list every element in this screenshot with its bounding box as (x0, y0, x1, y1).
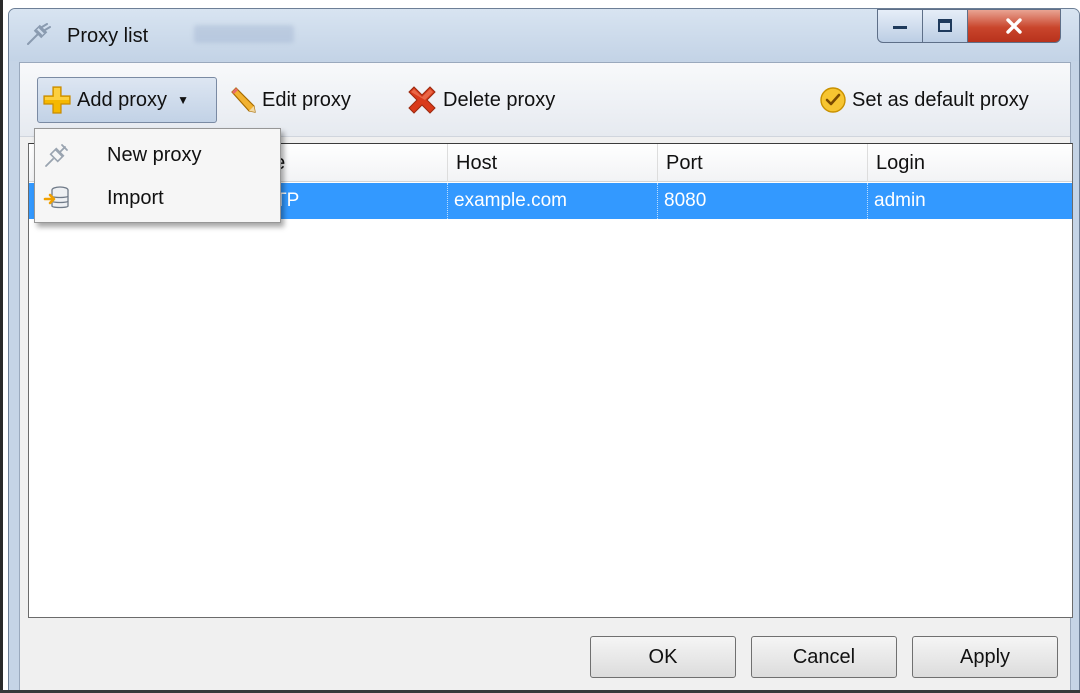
close-icon (1006, 18, 1022, 34)
menu-item-new-proxy-label: New proxy (107, 143, 202, 166)
column-header-port[interactable]: Port (657, 144, 867, 182)
delete-x-icon (408, 86, 436, 114)
pencil-icon (231, 87, 256, 113)
column-header-host-label: Host (456, 151, 498, 174)
cancel-button[interactable]: Cancel (751, 636, 897, 678)
screen-edge-left (0, 0, 3, 693)
cell-port: 8080 (657, 183, 867, 219)
minimize-icon (893, 26, 907, 29)
chevron-down-icon[interactable]: ▼ (177, 93, 189, 107)
cell-host: example.com (447, 183, 657, 219)
background-title-ghost (194, 25, 294, 43)
window-title: Proxy list (67, 25, 149, 47)
toolbar: Add proxy ▼ Edit proxy Delete proxy Set … (20, 63, 1070, 137)
edit-proxy-button[interactable]: Edit proxy (226, 77, 351, 123)
ok-button[interactable]: OK (590, 636, 736, 678)
set-default-proxy-label: Set as default proxy (852, 88, 1029, 111)
title-bar[interactable]: Proxy list (9, 9, 1079, 61)
delete-proxy-button[interactable]: Delete proxy (405, 77, 555, 123)
menu-item-new-proxy[interactable]: New proxy (35, 135, 280, 175)
column-header-host[interactable]: Host (447, 144, 657, 182)
column-header-port-label: Port (666, 151, 703, 174)
maximize-icon (938, 19, 952, 32)
column-header-login[interactable]: Login (867, 144, 1074, 182)
add-proxy-dropdown-menu: New proxy Import (34, 128, 281, 223)
delete-proxy-label: Delete proxy (443, 88, 556, 111)
cell-login-text: admin (874, 190, 926, 211)
cell-host-text: example.com (454, 190, 567, 211)
cell-login: admin (867, 183, 1074, 219)
edit-proxy-label: Edit proxy (262, 88, 351, 111)
proxy-list-window: Proxy list Add proxy ▼ Edit proxy Delete… (8, 8, 1080, 693)
menu-item-import-label: Import (107, 186, 164, 209)
import-database-icon (43, 186, 69, 209)
set-default-proxy-button[interactable]: Set as default proxy (818, 77, 1029, 123)
add-proxy-button[interactable]: Add proxy ▼ (37, 77, 217, 123)
close-button[interactable] (967, 9, 1061, 43)
apply-button[interactable]: Apply (912, 636, 1058, 678)
cell-port-text: 8080 (664, 190, 707, 211)
maximize-button[interactable] (922, 9, 968, 43)
plug-icon (27, 23, 51, 45)
plug-icon (45, 144, 68, 167)
add-proxy-label: Add proxy (77, 88, 168, 111)
check-circle-icon (820, 87, 846, 113)
plus-icon (43, 86, 71, 114)
minimize-button[interactable] (877, 9, 923, 43)
cell-type: TP (269, 183, 447, 219)
column-header-login-label: Login (876, 151, 925, 174)
menu-item-import[interactable]: Import (35, 178, 280, 218)
